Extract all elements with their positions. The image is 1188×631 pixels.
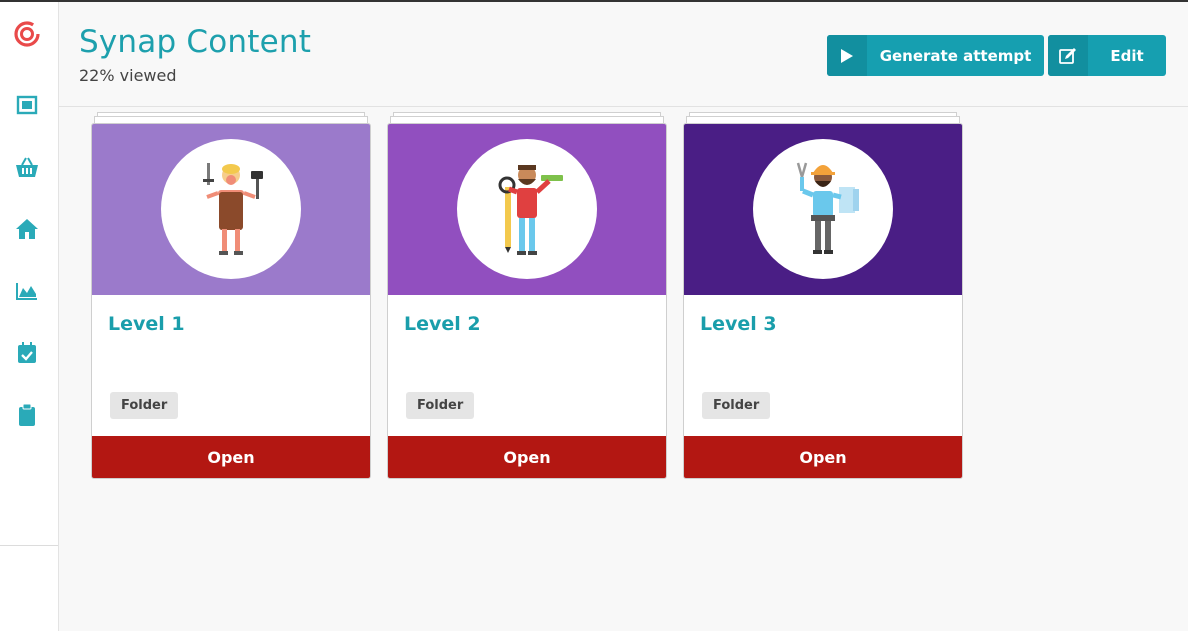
play-icon <box>827 35 867 76</box>
blacksmith-illustration-icon <box>161 139 301 279</box>
open-button[interactable]: Open <box>684 436 962 478</box>
basket-icon[interactable] <box>15 155 39 179</box>
content-card[interactable]: Level 1 Folder Open <box>91 123 371 479</box>
calendar-check-icon[interactable] <box>15 341 39 365</box>
stack-layer <box>94 116 368 123</box>
engineer-illustration-icon <box>753 139 893 279</box>
folder-tag: Folder <box>110 392 179 419</box>
content-card[interactable]: Level 3 Folder Open <box>683 123 963 479</box>
card-title[interactable]: Level 2 <box>404 313 481 335</box>
content-card-stack: Level 1 Folder Open <box>91 112 371 480</box>
edit-icon <box>1048 35 1088 76</box>
sidebar-divider <box>0 545 58 546</box>
home-icon[interactable] <box>15 217 39 241</box>
dashboard-icon[interactable] <box>15 93 39 117</box>
folder-tag: Folder <box>702 392 771 419</box>
progress-subtitle: 22% viewed <box>79 66 177 85</box>
carpenter-illustration-icon <box>457 139 597 279</box>
card-title[interactable]: Level 3 <box>700 313 777 335</box>
content-card-stack: Level 3 Folder Open <box>683 112 963 480</box>
card-hero <box>92 124 370 295</box>
edit-label: Edit <box>1110 46 1144 65</box>
content-card[interactable]: Level 2 Folder Open <box>387 123 667 479</box>
generate-attempt-label: Generate attempt <box>879 46 1032 65</box>
card-title[interactable]: Level 1 <box>108 313 185 335</box>
content-card-stack: Level 2 Folder Open <box>387 112 667 480</box>
generate-attempt-button[interactable]: Generate attempt <box>827 35 1044 76</box>
edit-button[interactable]: Edit <box>1048 35 1166 76</box>
folder-tag: Folder <box>406 392 475 419</box>
card-hero <box>684 124 962 295</box>
clipboard-icon[interactable] <box>15 403 39 427</box>
card-hero <box>388 124 666 295</box>
sidebar <box>0 2 59 631</box>
stack-layer <box>390 116 664 123</box>
page-title: Synap Content <box>79 24 312 60</box>
open-button[interactable]: Open <box>388 436 666 478</box>
page-header: Synap Content 22% viewed Generate attemp… <box>59 2 1188 107</box>
area-chart-icon[interactable] <box>15 279 39 303</box>
stack-layer <box>686 116 960 123</box>
app-logo-icon[interactable] <box>12 18 42 48</box>
open-button[interactable]: Open <box>92 436 370 478</box>
